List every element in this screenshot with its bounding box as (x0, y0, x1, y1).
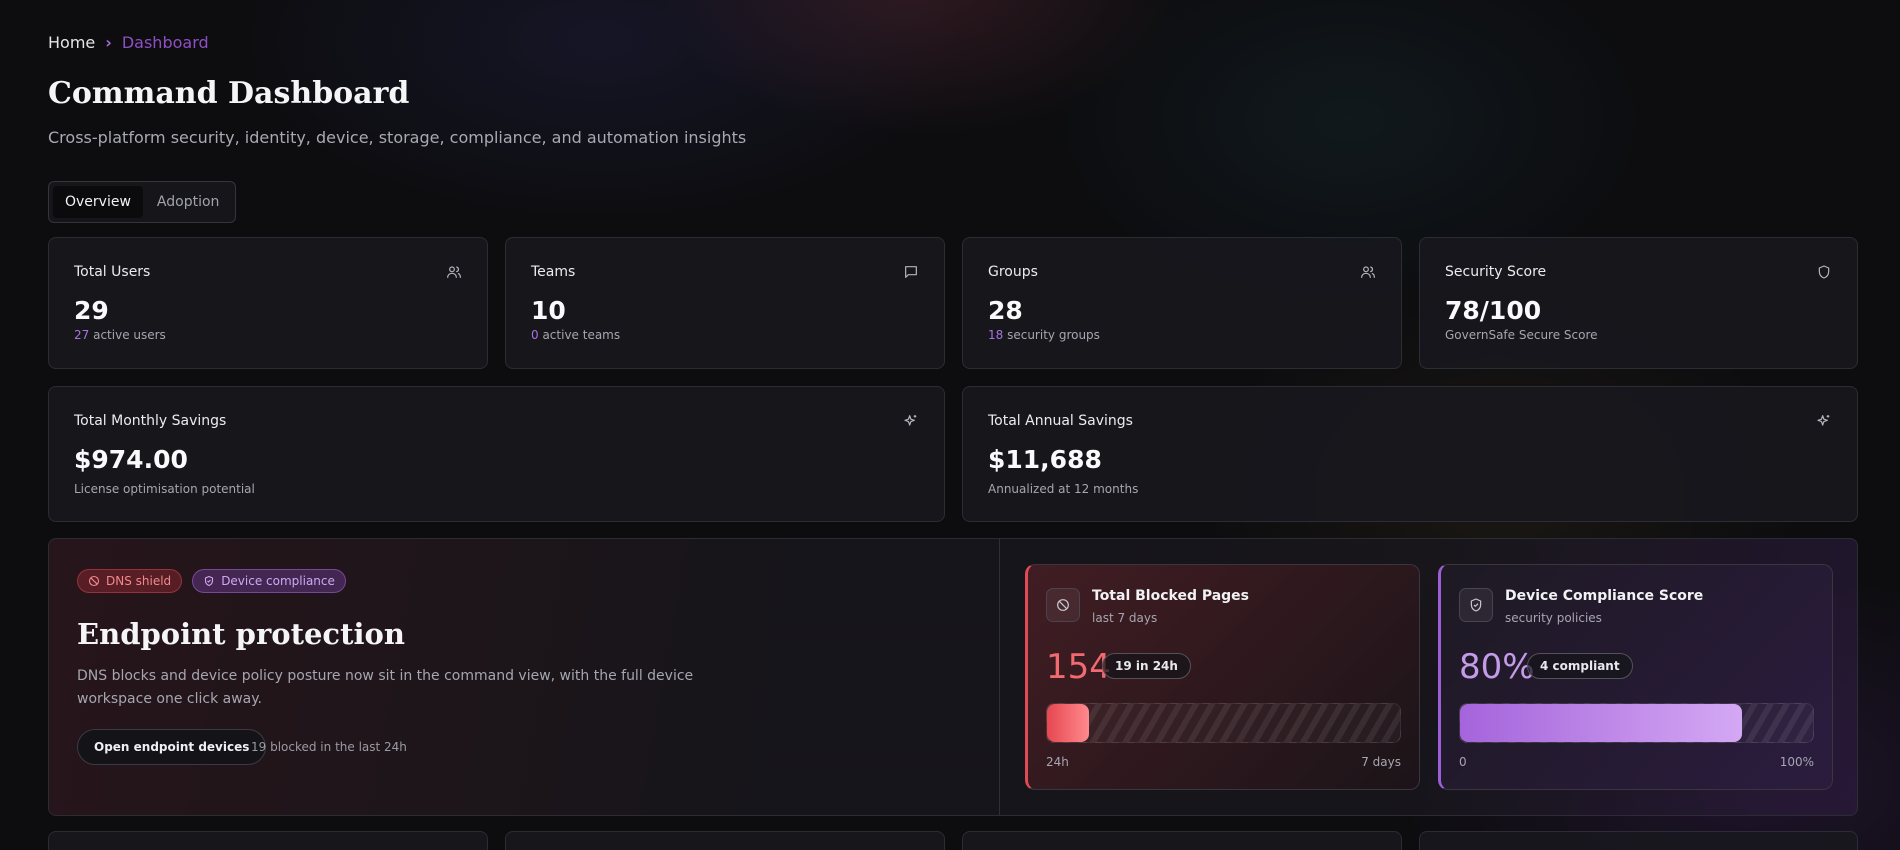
savings-value: $11,688 (988, 445, 1102, 474)
sparkles-icon (904, 415, 917, 426)
shield-check-icon (1470, 598, 1482, 612)
progress-fill (1460, 704, 1743, 742)
device-compliance-card: Device Compliance Score security policie… (1438, 564, 1833, 790)
panel-divider (999, 539, 1000, 815)
savings-card-annual: Total Annual Savings $11,688 Annualized … (962, 386, 1858, 522)
breadcrumb-home-link[interactable]: Home (48, 33, 95, 52)
page-title: Command Dashboard (48, 76, 410, 111)
blocked-icon (88, 575, 100, 587)
kpi-card-security-score: Security Score 78/100 GovernSafe Secure … (1419, 237, 1858, 369)
progress-track (1459, 703, 1814, 743)
bottom-card (962, 831, 1402, 850)
kpi-sub-count: 0 (531, 328, 539, 342)
kpi-title: Teams (531, 264, 576, 280)
savings-subtext: License optimisation potential (74, 482, 255, 496)
open-endpoint-devices-button[interactable]: Open endpoint devices (77, 729, 267, 765)
savings-title: Total Annual Savings (988, 413, 1133, 429)
chevron-right-icon: › (105, 33, 112, 52)
shield-check-icon (205, 575, 214, 587)
endpoint-blocked-note: 19 blocked in the last 24h (251, 740, 407, 754)
device-compliance-badge: Device compliance (192, 569, 346, 593)
dns-shield-badge: DNS shield (77, 569, 183, 593)
savings-subtext: Annualized at 12 months (988, 482, 1139, 496)
kpi-title: Groups (988, 264, 1038, 280)
tab-overview[interactable]: Overview (53, 186, 143, 218)
kpi-value: 28 (988, 296, 1023, 325)
stat-title: Device Compliance Score (1505, 588, 1704, 604)
savings-title: Total Monthly Savings (74, 413, 227, 429)
stat-pill: 19 in 24h (1102, 653, 1191, 679)
bottom-card (1419, 831, 1858, 850)
stat-title: Total Blocked Pages (1092, 588, 1250, 604)
users-icon (447, 266, 461, 278)
tab-adoption[interactable]: Adoption (145, 186, 232, 218)
users-icon (1361, 266, 1375, 278)
blocked-icon (1057, 599, 1069, 611)
badge-group: DNS shield Device compliance (77, 569, 346, 593)
kpi-subtext: 0 active teams (531, 328, 620, 342)
savings-card-monthly: Total Monthly Savings $974.00 License op… (48, 386, 945, 522)
endpoint-description: DNS blocks and device policy posture now… (77, 668, 694, 707)
stat-subtitle: last 7 days (1092, 611, 1158, 625)
range-start-label: 24h (1046, 755, 1069, 769)
sparkles-icon (1817, 415, 1830, 426)
range-start-label: 0 (1459, 755, 1467, 769)
progress-fill (1047, 704, 1090, 742)
range-end-label: 7 days (1361, 755, 1401, 769)
kpi-value: 10 (531, 296, 566, 325)
badge-label: Device compliance (221, 574, 335, 588)
range-end-label: 100% (1779, 755, 1814, 769)
badge-label: DNS shield (106, 574, 172, 588)
tab-bar: Overview Adoption (48, 181, 237, 223)
kpi-sub-label: active teams (538, 328, 621, 342)
blocked-icon-box (1046, 588, 1080, 622)
bottom-card (505, 831, 945, 850)
bottom-card (48, 831, 488, 850)
page-subtitle: Cross-platform security, identity, devic… (48, 128, 747, 147)
endpoint-title: Endpoint protection (77, 617, 405, 651)
kpi-card-teams: Teams 10 0 active teams (505, 237, 945, 369)
stat-pill: 4 compliant (1527, 653, 1633, 679)
savings-value: $974.00 (74, 445, 188, 474)
kpi-subtext: 18 security groups (988, 328, 1100, 342)
kpi-value: 29 (74, 296, 109, 325)
kpi-subtext: 27 active users (74, 328, 166, 342)
breadcrumb: Home › Dashboard (48, 33, 209, 52)
endpoint-protection-panel: DNS shield Device compliance Endpoint pr… (48, 538, 1858, 816)
kpi-sub-label: active users (89, 328, 166, 342)
kpi-value: 78/100 (1445, 296, 1542, 325)
kpi-subtext: GovernSafe Secure Score (1445, 328, 1598, 342)
kpi-card-groups: Groups 28 18 security groups (962, 237, 1402, 369)
chat-icon (905, 266, 917, 278)
kpi-title: Total Users (74, 264, 151, 280)
stat-value: 80% (1459, 647, 1535, 687)
kpi-card-total-users: Total Users 29 27 active users (48, 237, 488, 369)
stat-subtitle: security policies (1505, 611, 1602, 625)
shield-icon (1818, 265, 1830, 279)
blocked-pages-card: Total Blocked Pages last 7 days 154 19 i… (1025, 564, 1420, 790)
kpi-title: Security Score (1445, 264, 1547, 280)
kpi-sub-count: 18 (988, 328, 1004, 342)
breadcrumb-current: Dashboard (121, 33, 209, 52)
kpi-sub-label: security groups (1003, 328, 1100, 342)
shield-icon-box (1459, 588, 1493, 622)
kpi-sub-count: 27 (74, 328, 90, 342)
progress-track (1046, 703, 1401, 743)
